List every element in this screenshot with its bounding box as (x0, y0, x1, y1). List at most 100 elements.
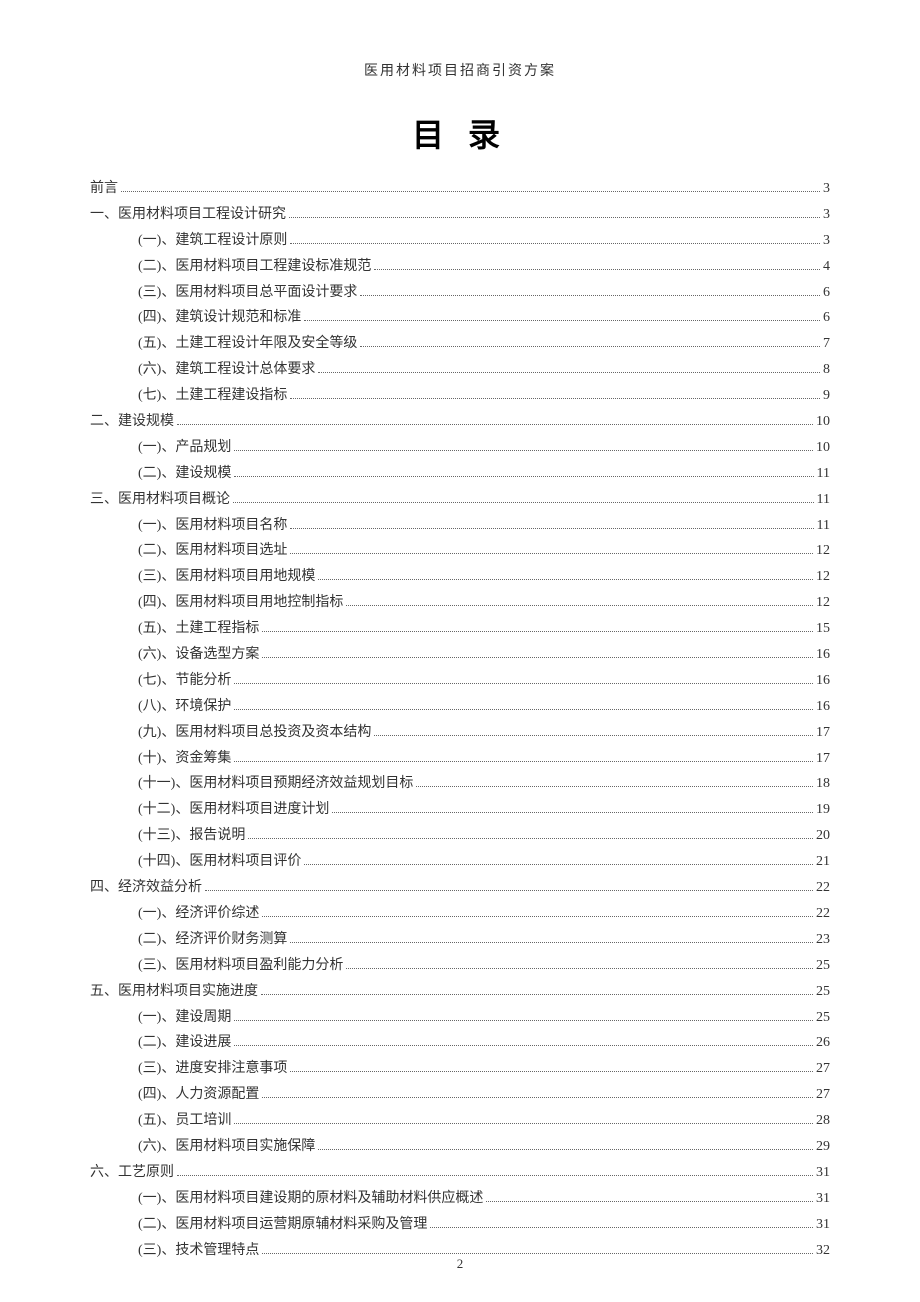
toc-entry[interactable]: (二)、建设进展26 (90, 1030, 830, 1056)
toc-entry[interactable]: (六)、建筑工程设计总体要求8 (90, 357, 830, 383)
toc-entry[interactable]: (二)、医用材料项目运营期原辅材料采购及管理31 (90, 1212, 830, 1238)
toc-entry-label: 四、经济效益分析 (90, 875, 202, 901)
toc-entry-label: (一)、医用材料项目建设期的原材料及辅助材料供应概述 (138, 1186, 483, 1212)
toc-entry-label: 前言 (90, 176, 118, 202)
toc-dots (346, 605, 813, 606)
toc-entry[interactable]: (一)、医用材料项目建设期的原材料及辅助材料供应概述 31 (90, 1186, 830, 1212)
toc-entry[interactable]: (一)、建筑工程设计原则 3 (90, 228, 830, 254)
page-header: 医用材料项目招商引资方案 (90, 60, 830, 80)
toc-dots (234, 709, 813, 710)
page-number: 2 (0, 1256, 920, 1272)
toc-entry[interactable]: (六)、医用材料项目实施保障29 (90, 1134, 830, 1160)
toc-dots (205, 890, 813, 891)
toc-entry[interactable]: (三)、进度安排注意事项 27 (90, 1056, 830, 1082)
toc-dots (290, 528, 813, 529)
toc-entry[interactable]: (一)、经济评价综述22 (90, 901, 830, 927)
toc-dots (304, 864, 813, 865)
toc-entry[interactable]: (三)、医用材料项目总平面设计要求 6 (90, 280, 830, 306)
toc-dots (289, 217, 820, 218)
toc-entry[interactable]: (九)、医用材料项目总投资及资本结构17 (90, 720, 830, 746)
toc-entry[interactable]: (五)、土建工程指标15 (90, 616, 830, 642)
toc-title: 目 录 (90, 110, 830, 156)
toc-entry-label: (一)、建设周期 (138, 1005, 231, 1031)
toc-dots (290, 243, 820, 244)
toc-dots (290, 398, 820, 399)
toc-entry[interactable]: (二)、医用材料项目选址12 (90, 538, 830, 564)
toc-entry[interactable]: (七)、土建工程建设指标 9 (90, 383, 830, 409)
toc-entry[interactable]: (六)、设备选型方案16 (90, 642, 830, 668)
toc-entry[interactable]: (二)、建设规模11 (90, 461, 830, 487)
toc-entry[interactable]: (二)、经济评价财务测算23 (90, 927, 830, 953)
toc-dots (290, 942, 813, 943)
toc-entry-label: (七)、土建工程建设指标 (138, 383, 287, 409)
toc-entry-label: (三)、医用材料项目总平面设计要求 (138, 280, 357, 306)
toc-entry[interactable]: 前言3 (90, 176, 830, 202)
toc-entry-label: (四)、医用材料项目用地控制指标 (138, 590, 343, 616)
toc-entry[interactable]: (十一)、医用材料项目预期经济效益规划目标18 (90, 771, 830, 797)
toc-dots (360, 346, 820, 347)
toc-entry-label: (二)、建设规模 (138, 461, 231, 487)
toc-entry-page: 22 (816, 875, 830, 901)
toc-entry-page: 7 (823, 331, 830, 357)
toc-entry[interactable]: (四)、建筑设计规范和标准6 (90, 305, 830, 331)
toc-entry-page: 3 (823, 202, 830, 228)
toc-entry-page: 31 (816, 1186, 830, 1212)
toc-entry-page: 25 (816, 953, 830, 979)
toc-entry-page: 10 (816, 435, 830, 461)
toc-entry[interactable]: (十三)、报告说明20 (90, 823, 830, 849)
toc-entry-page: 17 (816, 746, 830, 772)
toc-entry[interactable]: 六、工艺原则31 (90, 1160, 830, 1186)
toc-entry-page: 31 (816, 1160, 830, 1186)
toc-entry-page: 6 (823, 280, 830, 306)
toc-entry-page: 3 (823, 228, 830, 254)
toc-dots (262, 631, 813, 632)
toc-entry[interactable]: (十)、资金筹集 17 (90, 746, 830, 772)
toc-dots (374, 735, 813, 736)
toc-dots (318, 579, 813, 580)
toc-entry[interactable]: (一)、产品规划 10 (90, 435, 830, 461)
toc-entry[interactable]: (八)、环境保护16 (90, 694, 830, 720)
toc-entry[interactable]: (五)、土建工程设计年限及安全等级7 (90, 331, 830, 357)
toc-entry[interactable]: (四)、人力资源配置27 (90, 1082, 830, 1108)
toc-entry[interactable]: (二)、医用材料项目工程建设标准规范4 (90, 254, 830, 280)
toc-dots (346, 968, 813, 969)
toc-entry-label: (十三)、报告说明 (138, 823, 245, 849)
toc-entry-label: (十)、资金筹集 (138, 746, 231, 772)
toc-entry-label: (二)、医用材料项目工程建设标准规范 (138, 254, 371, 280)
toc-entry-page: 19 (816, 797, 830, 823)
toc-entry[interactable]: 五、医用材料项目实施进度25 (90, 979, 830, 1005)
toc-entry-label: (三)、进度安排注意事项 (138, 1056, 287, 1082)
toc-entry[interactable]: (十四)、医用材料项目评价21 (90, 849, 830, 875)
toc-entry[interactable]: (五)、员工培训28 (90, 1108, 830, 1134)
toc-entry-page: 9 (823, 383, 830, 409)
toc-entry[interactable]: (四)、医用材料项目用地控制指标12 (90, 590, 830, 616)
toc-dots (262, 1097, 813, 1098)
toc-entry-label: (一)、产品规划 (138, 435, 231, 461)
toc-entry-label: 一、医用材料项目工程设计研究 (90, 202, 286, 228)
toc-entry-page: 31 (816, 1212, 830, 1238)
toc-entry-label: (七)、节能分析 (138, 668, 231, 694)
toc-entry-label: (一)、建筑工程设计原则 (138, 228, 287, 254)
toc-dots (234, 1123, 813, 1124)
toc-dots (318, 1149, 813, 1150)
toc-entry[interactable]: (十二)、医用材料项目进度计划19 (90, 797, 830, 823)
toc-entry[interactable]: 一、医用材料项目工程设计研究 3 (90, 202, 830, 228)
toc-dots (262, 657, 813, 658)
toc-dots (430, 1227, 813, 1228)
toc-entry-label: (一)、经济评价综述 (138, 901, 259, 927)
toc-entry-label: (二)、医用材料项目选址 (138, 538, 287, 564)
toc-entry-page: 27 (816, 1056, 830, 1082)
toc-entry[interactable]: (一)、建设周期25 (90, 1005, 830, 1031)
toc-entry[interactable]: (三)、医用材料项目用地规模12 (90, 564, 830, 590)
toc-entry-page: 18 (816, 771, 830, 797)
toc-entry[interactable]: (七)、节能分析16 (90, 668, 830, 694)
toc-entry-label: (一)、医用材料项目名称 (138, 513, 287, 539)
toc-entry-label: 三、医用材料项目概论 (90, 487, 230, 513)
toc-entry-label: (五)、土建工程指标 (138, 616, 259, 642)
toc-entry[interactable]: 三、医用材料项目概论11 (90, 487, 830, 513)
toc-entry[interactable]: (三)、医用材料项目盈利能力分析 25 (90, 953, 830, 979)
toc-entry[interactable]: (一)、医用材料项目名称11 (90, 513, 830, 539)
toc-entry[interactable]: 四、经济效益分析 22 (90, 875, 830, 901)
toc-entry-label: (三)、医用材料项目盈利能力分析 (138, 953, 343, 979)
toc-entry[interactable]: 二、建设规模10 (90, 409, 830, 435)
